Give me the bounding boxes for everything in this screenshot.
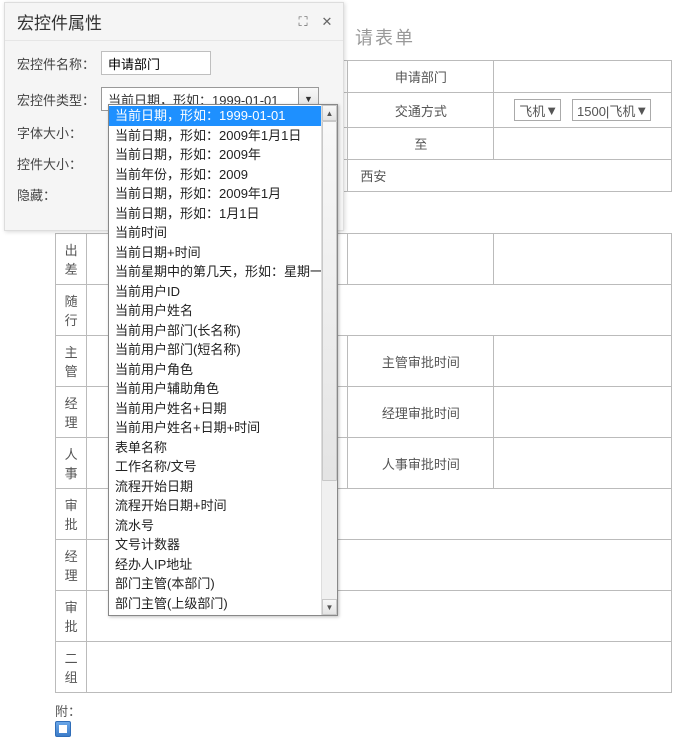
panel-header: 宏控件属性 ⛶ ✕ xyxy=(5,3,343,41)
dropdown-option[interactable]: 当前用户ID xyxy=(109,282,321,302)
left-label: 审批 xyxy=(56,489,87,540)
dropdown-option[interactable]: 当前用户姓名+日期 xyxy=(109,399,321,419)
left-label: 审批 xyxy=(56,591,87,642)
close-icon[interactable]: ✕ xyxy=(319,14,335,30)
dropdown-option[interactable]: 当前用户部门(短名称) xyxy=(109,340,321,360)
header-to: 至 xyxy=(348,128,494,160)
dropdown-option[interactable]: 当前星期中的第几天，形如：星期一 xyxy=(109,262,321,282)
dropdown-list: 当前日期，形如：1999-01-01当前日期，形如：2009年1月1日当前日期，… xyxy=(109,105,321,615)
dropdown-option[interactable]: 当前用户部门(长名称) xyxy=(109,321,321,341)
dropdown-option[interactable]: 工作名称/文号 xyxy=(109,457,321,477)
panel-title: 宏控件属性 xyxy=(17,9,102,34)
dropdown-option[interactable]: 经办人IP地址 xyxy=(109,555,321,575)
dropdown-option[interactable]: 当前日期，形如：1月1日 xyxy=(109,204,321,224)
dropdown-option[interactable]: 当前用户角色 xyxy=(109,360,321,380)
dropdown-option[interactable]: 当前日期，形如：2009年1月 xyxy=(109,184,321,204)
chevron-down-icon: ▼ xyxy=(635,103,648,118)
scroll-thumb[interactable] xyxy=(322,121,337,481)
left-label: 经理 xyxy=(56,540,87,591)
transport-value: 飞机 xyxy=(519,101,545,120)
left-label: 经理 xyxy=(56,387,87,438)
left-label: 二组 xyxy=(56,642,87,693)
left-label: 随行 xyxy=(56,285,87,336)
dropdown-option[interactable]: 当前日期，形如：2009年1月1日 xyxy=(109,126,321,146)
chevron-down-icon: ▼ xyxy=(545,103,558,118)
field-label-name: 宏控件名称： xyxy=(17,54,101,73)
dropdown-option[interactable]: 当前用户辅助角色 xyxy=(109,379,321,399)
field-label-ctrlsize: 控件大小： xyxy=(17,154,101,173)
dropdown-option[interactable]: 当前日期，形如：2009年 xyxy=(109,145,321,165)
macro-name-input[interactable] xyxy=(101,51,211,75)
dropdown-scrollbar[interactable]: ▲ ▼ xyxy=(321,105,337,615)
macro-type-dropdown: 当前日期，形如：1999-01-01当前日期，形如：2009年1月1日当前日期，… xyxy=(108,104,338,616)
attachment-row: 附： xyxy=(55,701,672,737)
dropdown-option[interactable]: 部门主管(一级部门) xyxy=(109,613,321,615)
approval-time-label: 经理审批时间 xyxy=(348,387,494,438)
dropdown-option[interactable]: 部门主管(本部门) xyxy=(109,574,321,594)
scroll-up-icon[interactable]: ▲ xyxy=(322,105,337,121)
dropdown-option[interactable]: 流水号 xyxy=(109,516,321,536)
dropdown-option[interactable]: 流程开始日期+时间 xyxy=(109,496,321,516)
dropdown-option[interactable]: 部门主管(上级部门) xyxy=(109,594,321,614)
dropdown-option[interactable]: 文号计数器 xyxy=(109,535,321,555)
dropdown-option[interactable]: 表单名称 xyxy=(109,438,321,458)
dropdown-option[interactable]: 当前日期，形如：1999-01-01 xyxy=(109,106,321,126)
attach-label: 附： xyxy=(55,704,81,719)
transport-select-2[interactable]: 1500|飞机 ▼ xyxy=(572,99,651,121)
field-label-type: 宏控件类型： xyxy=(17,90,101,109)
transport-select-1[interactable]: 飞机 ▼ xyxy=(514,99,561,121)
dest-value: 西安 xyxy=(348,160,672,192)
field-label-fontsize: 字体大小： xyxy=(17,123,101,142)
transport-code-value: 1500|飞机 xyxy=(577,101,635,120)
dropdown-option[interactable]: 当前日期+时间 xyxy=(109,243,321,263)
dropdown-option[interactable]: 流程开始日期 xyxy=(109,477,321,497)
approval-time-label: 主管审批时间 xyxy=(348,336,494,387)
field-label-hidden: 隐藏： xyxy=(17,185,101,204)
left-label: 主管 xyxy=(56,336,87,387)
dropdown-option[interactable]: 当前年份，形如：2009 xyxy=(109,165,321,185)
dropdown-option[interactable]: 当前用户姓名+日期+时间 xyxy=(109,418,321,438)
approval-time-label: 人事审批时间 xyxy=(348,438,494,489)
attachment-icon[interactable] xyxy=(55,721,71,737)
header-apply-dept: 申请部门 xyxy=(348,61,494,93)
scroll-down-icon[interactable]: ▼ xyxy=(322,599,337,615)
dropdown-option[interactable]: 当前用户姓名 xyxy=(109,301,321,321)
left-label: 人事 xyxy=(56,438,87,489)
header-transport: 交通方式 xyxy=(348,93,494,128)
expand-icon[interactable]: ⛶ xyxy=(295,14,311,30)
dropdown-option[interactable]: 当前时间 xyxy=(109,223,321,243)
left-label: 出差 xyxy=(56,234,87,285)
